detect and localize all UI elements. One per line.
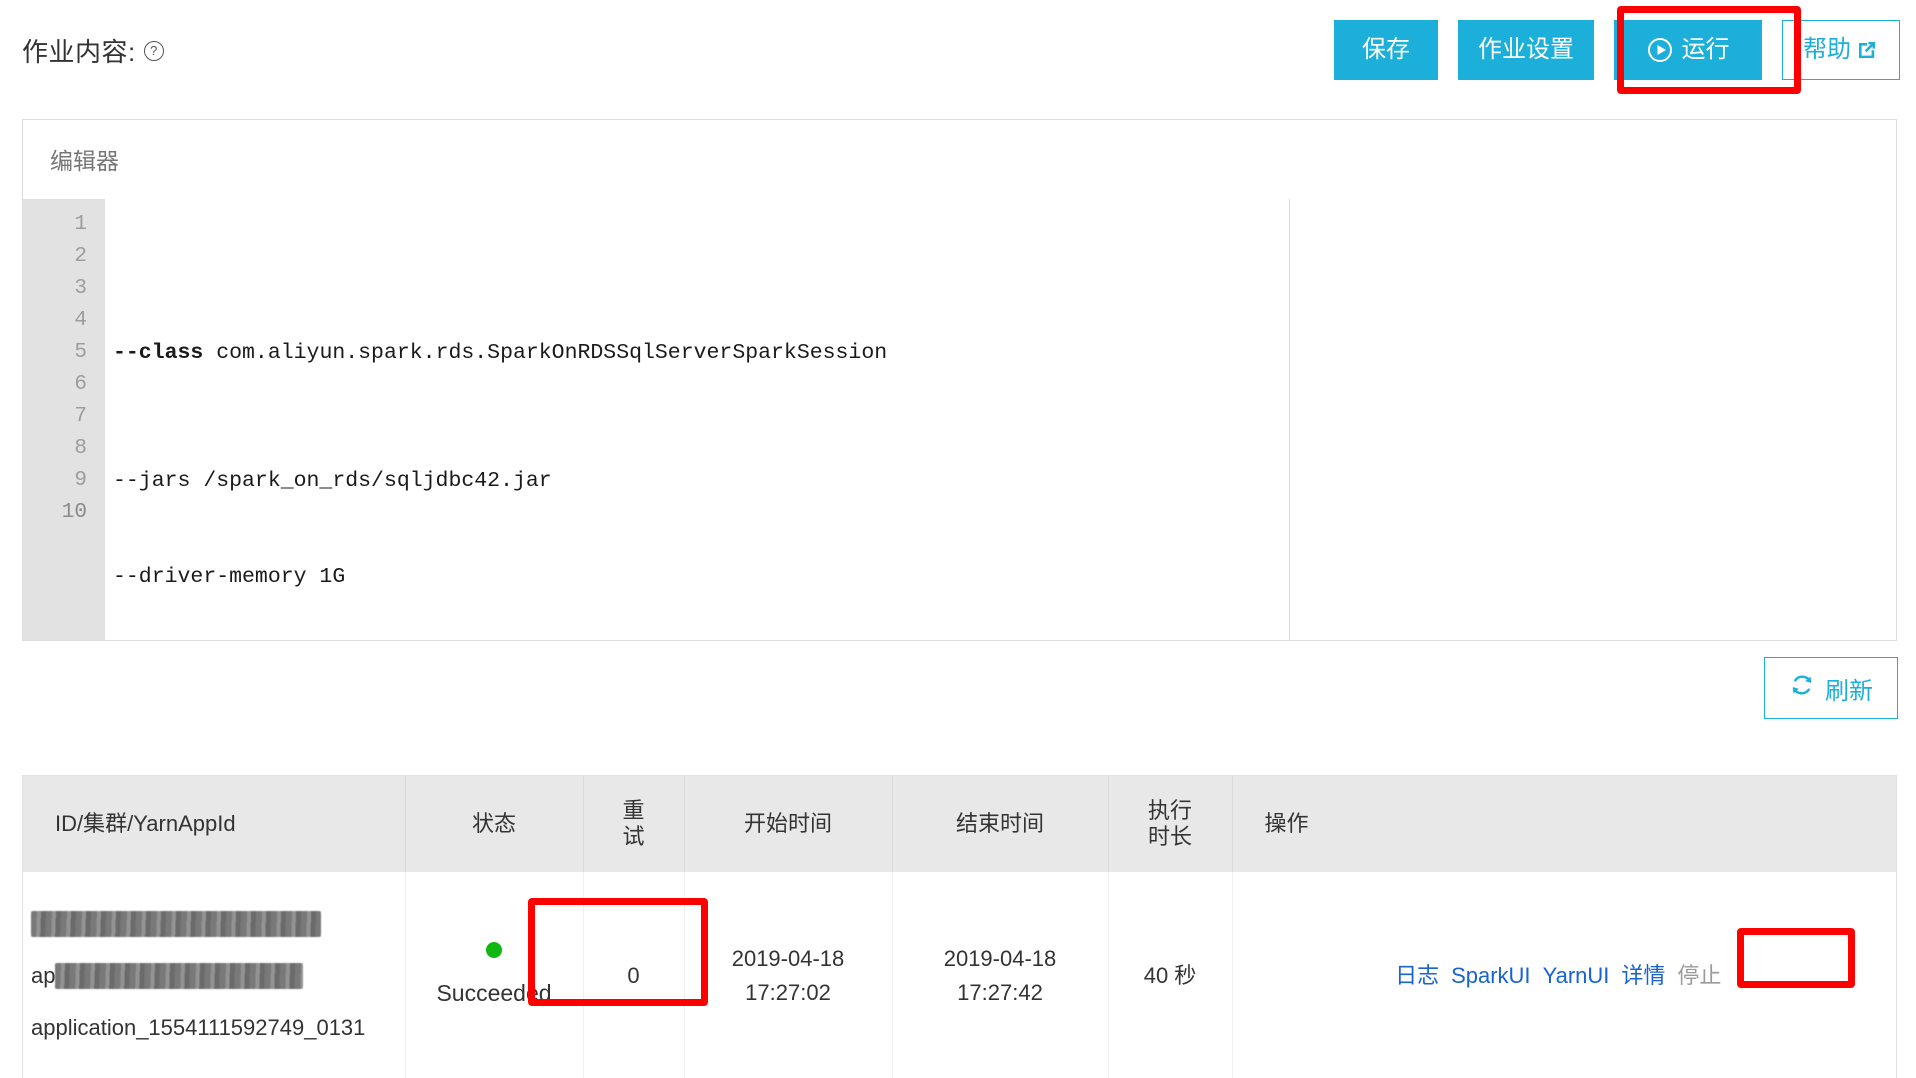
- end-date: 2019-04-18: [943, 946, 1057, 971]
- line-number: 4: [74, 309, 87, 332]
- job-id-line: [31, 903, 397, 945]
- refresh-row: 刷新: [1764, 657, 1898, 719]
- redacted-job-id: [31, 911, 321, 937]
- app-root: 作业内容: ? 保存 作业设置 运行 帮助 编辑器 1 2 3 4 5 6 7 …: [0, 0, 1916, 1078]
- column-header-status[interactable]: 状态: [405, 776, 584, 872]
- job-history-table: ID/集群/YarnAppId 状态 重 试 开始时间 结束时间 执行 时长 操…: [22, 775, 1897, 1078]
- status-badge: Succeeded: [436, 980, 552, 1006]
- header-button-group: 保存 作业设置 运行 帮助: [1334, 20, 1900, 80]
- page-header: 作业内容: ? 保存 作业设置 运行 帮助: [0, 0, 1916, 103]
- job-settings-button[interactable]: 作业设置: [1458, 20, 1594, 80]
- column-header-retry[interactable]: 重 试: [583, 776, 685, 872]
- line-number: 1: [74, 213, 87, 236]
- cluster-id-line: ap: [31, 955, 397, 997]
- question-circle-icon[interactable]: ?: [143, 40, 164, 61]
- cell-actions: 日志 SparkUI YarnUI 详情 停止: [1232, 872, 1896, 1078]
- refresh-button-label: 刷新: [1825, 677, 1873, 705]
- code-line-3: --driver-memory 1G: [113, 565, 346, 589]
- column-header-start-time[interactable]: 开始时间: [684, 776, 893, 872]
- page-title-group: 作业内容: ?: [22, 32, 164, 69]
- line-number-gutter: 1 2 3 4 5 6 7 8 9 10: [23, 199, 105, 640]
- run-button[interactable]: 运行: [1614, 20, 1762, 80]
- yarn-app-id: application_1554111592749_0131: [31, 1015, 366, 1040]
- cell-status: Succeeded: [405, 872, 584, 1078]
- line-number: 5: [74, 341, 87, 364]
- cluster-id-prefix: ap: [31, 963, 56, 988]
- job-settings-button-label: 作业设置: [1478, 36, 1574, 63]
- line-number-active: 10: [61, 501, 87, 524]
- action-link-yarnui[interactable]: YarnUI: [1543, 963, 1610, 988]
- column-header-duration[interactable]: 执行 时长: [1108, 776, 1233, 872]
- save-button[interactable]: 保存: [1334, 20, 1438, 80]
- refresh-button[interactable]: 刷新: [1764, 657, 1898, 719]
- page-title: 作业内容:: [22, 37, 136, 67]
- cell-start-time: 2019-04-18 17:27:02: [684, 872, 893, 1078]
- line-number: 9: [74, 469, 87, 492]
- column-header-duration-line2: 时长: [1147, 823, 1192, 849]
- code-text: com.aliyun.spark.rds.SparkOnRDSSqlServer…: [203, 341, 888, 365]
- cell-duration: 40 秒: [1108, 872, 1233, 1078]
- redacted-cluster-id: [55, 963, 304, 989]
- column-header-actions[interactable]: 操作: [1232, 776, 1896, 872]
- table-row: ap application_1554111592749_0131 Succee…: [23, 872, 1896, 1078]
- table-header-row: ID/集群/YarnAppId 状态 重 试 开始时间 结束时间 执行 时长 操…: [23, 776, 1896, 872]
- editor-label: 编辑器: [50, 148, 119, 174]
- cell-id-cluster-yarnappid: ap application_1554111592749_0131: [23, 872, 406, 1078]
- cell-retry-count: 0: [583, 872, 685, 1078]
- help-button-label: 帮助: [1803, 36, 1851, 63]
- yarn-app-id-line: application_1554111592749_0131: [31, 1007, 397, 1049]
- line-number: 6: [74, 373, 87, 396]
- column-header-duration-line1: 执行: [1147, 797, 1192, 823]
- status-dot-success-icon: [486, 942, 502, 958]
- column-header-id[interactable]: ID/集群/YarnAppId: [23, 776, 406, 872]
- line-number: 8: [74, 437, 87, 460]
- action-link-stop: 停止: [1677, 963, 1722, 988]
- column-header-end-time[interactable]: 结束时间: [892, 776, 1109, 872]
- column-header-retry-line2: 试: [622, 823, 645, 849]
- line-number: 2: [74, 245, 87, 268]
- play-icon: [1647, 37, 1673, 63]
- run-button-label: 运行: [1681, 36, 1730, 63]
- code-content[interactable]: --class com.aliyun.spark.rds.SparkOnRDSS…: [105, 199, 1896, 640]
- help-button[interactable]: 帮助: [1782, 20, 1900, 80]
- start-time: 17:27:02: [745, 980, 831, 1005]
- external-link-icon: [1855, 38, 1879, 62]
- action-link-log[interactable]: 日志: [1395, 963, 1439, 988]
- action-link-detail[interactable]: 详情: [1621, 963, 1665, 988]
- end-time: 17:27:42: [957, 980, 1043, 1005]
- line-number: 7: [74, 405, 87, 428]
- action-link-sparkui[interactable]: SparkUI: [1451, 963, 1530, 988]
- line-number: 3: [74, 277, 87, 300]
- code-keyword: --class: [113, 341, 204, 365]
- save-button-label: 保存: [1362, 36, 1410, 63]
- start-date: 2019-04-18: [731, 946, 845, 971]
- refresh-icon: [1789, 672, 1815, 705]
- code-editor[interactable]: 1 2 3 4 5 6 7 8 9 10 --class com.aliyun.…: [23, 199, 1896, 640]
- code-line-2: --jars /spark_on_rds/sqljdbc42.jar: [113, 469, 552, 493]
- column-header-retry-line1: 重: [622, 797, 645, 823]
- code-line-1: --class com.aliyun.spark.rds.SparkOnRDSS…: [105, 337, 1896, 369]
- cell-end-time: 2019-04-18 17:27:42: [892, 872, 1109, 1078]
- editor-panel: 编辑器 1 2 3 4 5 6 7 8 9 10 --class com.ali…: [22, 119, 1897, 641]
